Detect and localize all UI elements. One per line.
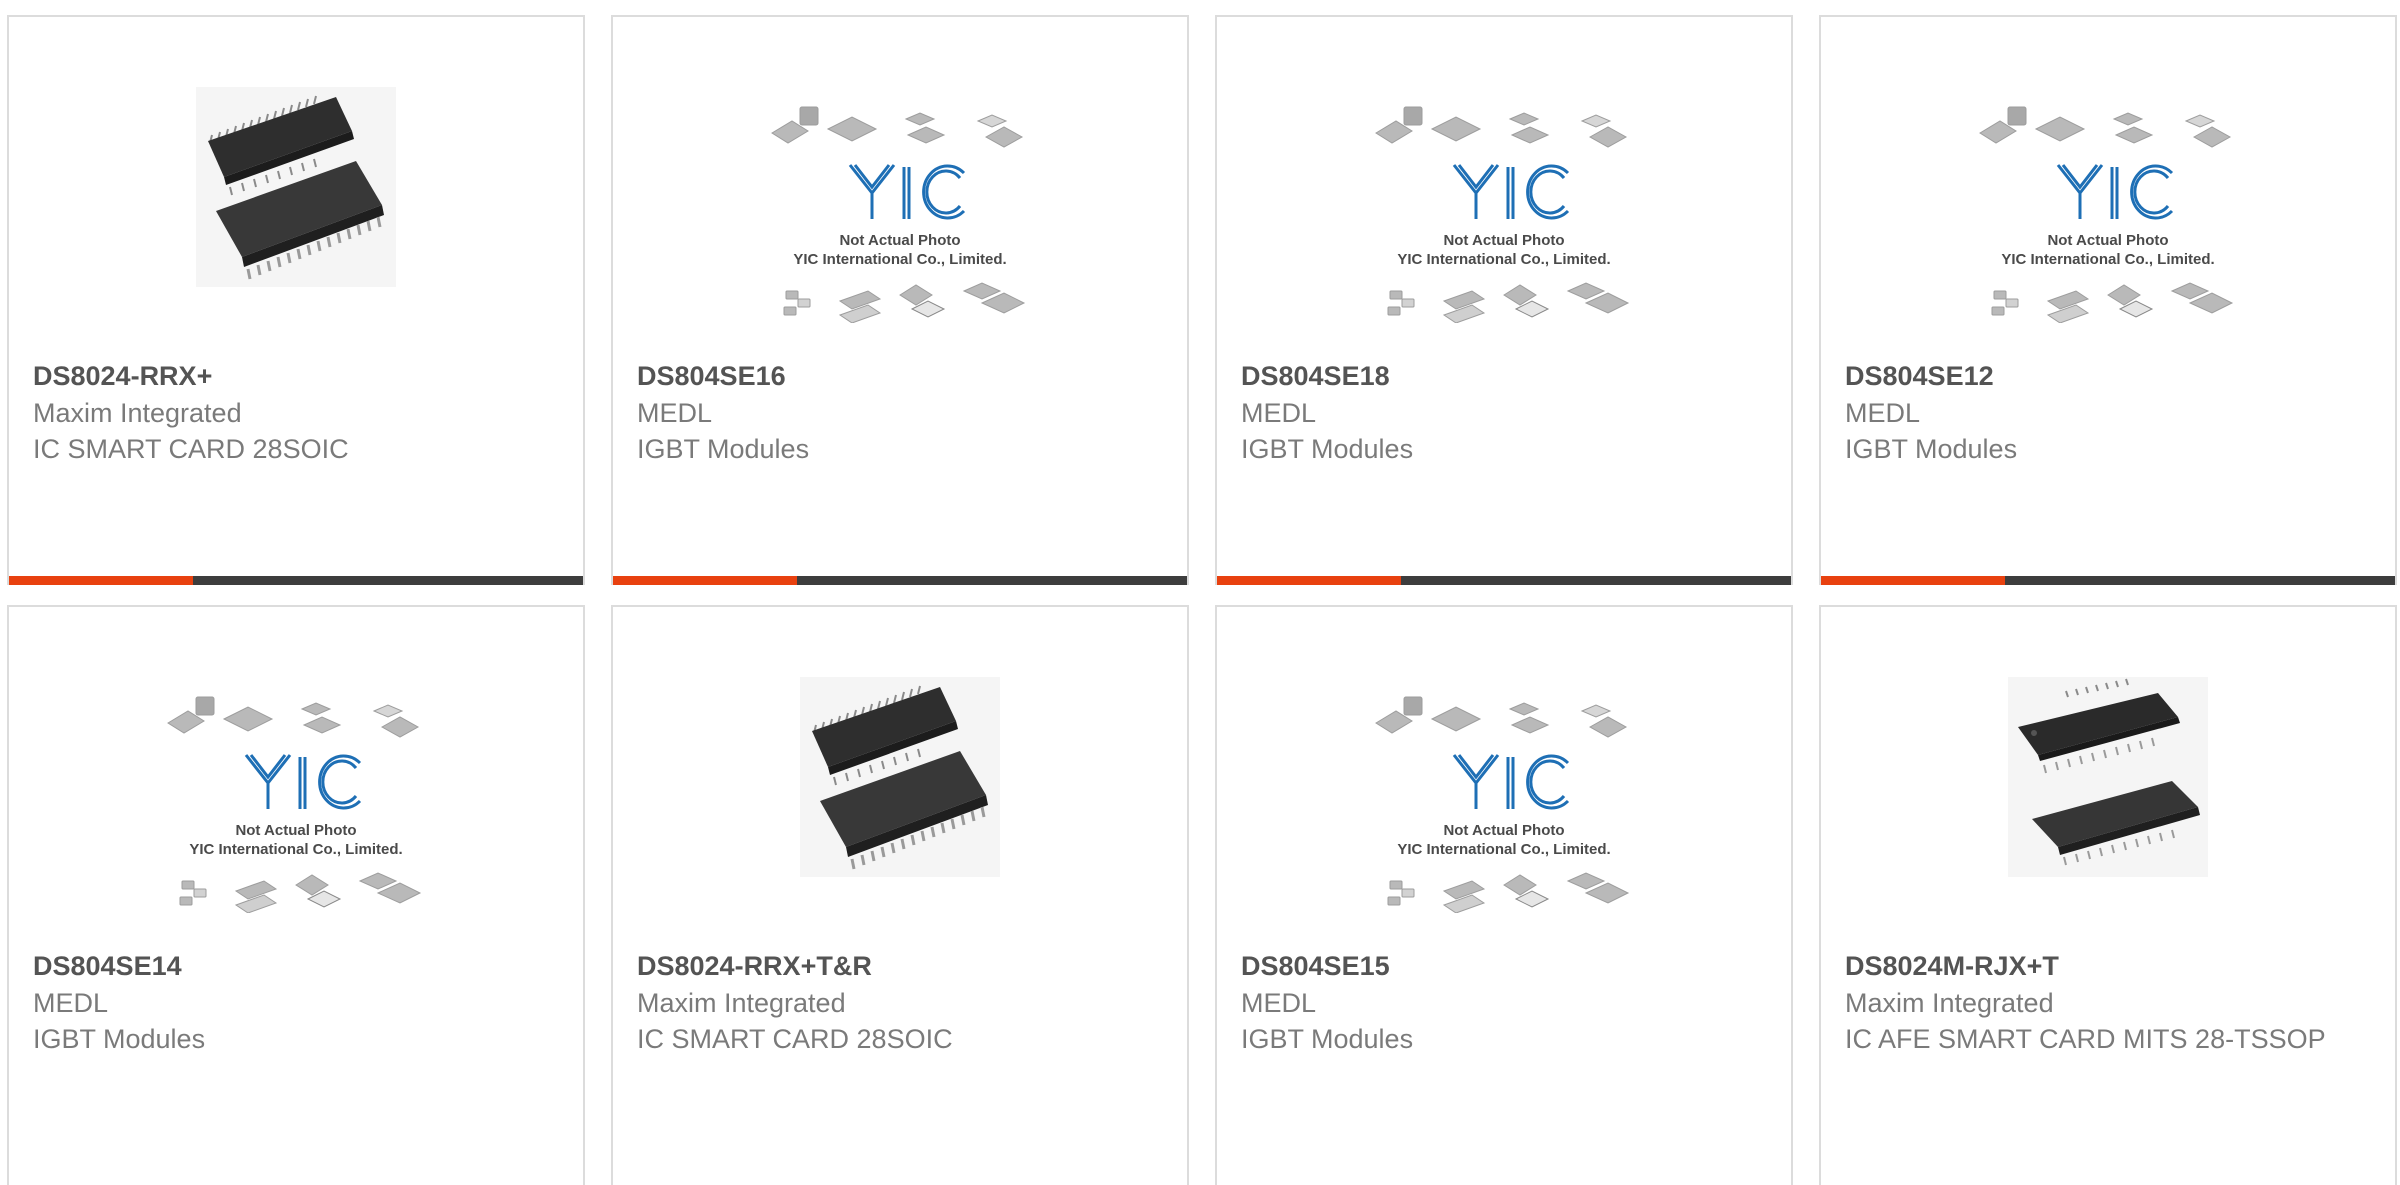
description: IGBT Modules bbox=[1241, 434, 1414, 464]
product-info: DS804SE16 MEDL IGBT Modules bbox=[637, 357, 1157, 467]
product-card[interactable]: DS8024M-RJX+T Maxim Integrated IC AFE SM… bbox=[1819, 605, 2397, 1185]
product-card[interactable]: DS804SE16 MEDL IGBT Modules bbox=[611, 15, 1189, 585]
part-number-link[interactable]: DS8024-RRX+T&R bbox=[637, 947, 1157, 985]
description: IC AFE SMART CARD MITS 28-TSSOP bbox=[1845, 1024, 2326, 1054]
product-card[interactable]: DS804SE14 MEDL IGBT Modules bbox=[7, 605, 585, 1185]
card-accent bbox=[1217, 576, 1401, 585]
product-card[interactable]: DS804SE12 MEDL IGBT Modules bbox=[1819, 15, 2397, 585]
manufacturer: MEDL bbox=[637, 398, 713, 428]
card-bottom-bar bbox=[1821, 576, 2395, 585]
product-image[interactable] bbox=[164, 675, 428, 913]
product-info: DS804SE15 MEDL IGBT Modules bbox=[1241, 947, 1761, 1057]
manufacturer: MEDL bbox=[1241, 398, 1317, 428]
card-accent bbox=[1821, 576, 2005, 585]
product-info: DS804SE12 MEDL IGBT Modules bbox=[1845, 357, 2365, 467]
product-image[interactable] bbox=[196, 87, 396, 287]
part-number-link[interactable]: DS804SE18 bbox=[1241, 357, 1761, 395]
description: IGBT Modules bbox=[33, 1024, 206, 1054]
card-bottom-bar bbox=[613, 576, 1187, 585]
product-image[interactable] bbox=[1372, 675, 1636, 913]
manufacturer: MEDL bbox=[1241, 988, 1317, 1018]
product-info: DS804SE14 MEDL IGBT Modules bbox=[33, 947, 553, 1057]
part-number-link[interactable]: DS804SE12 bbox=[1845, 357, 2365, 395]
product-image[interactable] bbox=[768, 85, 1032, 323]
card-bottom-bar bbox=[1217, 576, 1791, 585]
placeholder-image-icon bbox=[1976, 85, 2240, 323]
card-bottom-bar bbox=[9, 576, 583, 585]
product-card[interactable]: DS804SE15 MEDL IGBT Modules bbox=[1215, 605, 1793, 1185]
card-accent bbox=[613, 576, 797, 585]
placeholder-image-icon bbox=[1372, 675, 1636, 913]
placeholder-image-icon bbox=[768, 85, 1032, 323]
description: IGBT Modules bbox=[1241, 1024, 1414, 1054]
chip-photo-icon bbox=[2008, 677, 2208, 877]
manufacturer: Maxim Integrated bbox=[637, 988, 846, 1018]
product-info: DS804SE18 MEDL IGBT Modules bbox=[1241, 357, 1761, 467]
part-number-link[interactable]: DS8024M-RJX+T bbox=[1845, 947, 2365, 985]
part-number-link[interactable]: DS804SE14 bbox=[33, 947, 553, 985]
product-image[interactable] bbox=[800, 677, 1000, 877]
product-card[interactable]: DS804SE18 MEDL IGBT Modules bbox=[1215, 15, 1793, 585]
description: IGBT Modules bbox=[637, 434, 810, 464]
manufacturer: MEDL bbox=[33, 988, 109, 1018]
description: IGBT Modules bbox=[1845, 434, 2018, 464]
product-card[interactable]: DS8024-RRX+ Maxim Integrated IC SMART CA… bbox=[7, 15, 585, 585]
product-image[interactable] bbox=[1976, 85, 2240, 323]
product-info: DS8024-RRX+ Maxim Integrated IC SMART CA… bbox=[33, 357, 553, 467]
placeholder-image-icon bbox=[164, 675, 428, 913]
manufacturer: Maxim Integrated bbox=[1845, 988, 2054, 1018]
chip-photo-icon bbox=[800, 677, 1000, 877]
manufacturer: Maxim Integrated bbox=[33, 398, 242, 428]
part-number-link[interactable]: DS8024-RRX+ bbox=[33, 357, 553, 395]
placeholder-image-icon bbox=[1372, 85, 1636, 323]
product-grid: DS8024-RRX+ Maxim Integrated IC SMART CA… bbox=[0, 0, 2400, 1185]
part-number-link[interactable]: DS804SE15 bbox=[1241, 947, 1761, 985]
product-card[interactable]: DS8024-RRX+T&R Maxim Integrated IC SMART… bbox=[611, 605, 1189, 1185]
product-image[interactable] bbox=[1372, 85, 1636, 323]
chip-photo-icon bbox=[196, 87, 396, 287]
card-accent bbox=[9, 576, 193, 585]
product-info: DS8024M-RJX+T Maxim Integrated IC AFE SM… bbox=[1845, 947, 2365, 1057]
product-image[interactable] bbox=[2008, 677, 2208, 877]
description: IC SMART CARD 28SOIC bbox=[637, 1024, 953, 1054]
product-info: DS8024-RRX+T&R Maxim Integrated IC SMART… bbox=[637, 947, 1157, 1057]
manufacturer: MEDL bbox=[1845, 398, 1921, 428]
description: IC SMART CARD 28SOIC bbox=[33, 434, 349, 464]
part-number-link[interactable]: DS804SE16 bbox=[637, 357, 1157, 395]
